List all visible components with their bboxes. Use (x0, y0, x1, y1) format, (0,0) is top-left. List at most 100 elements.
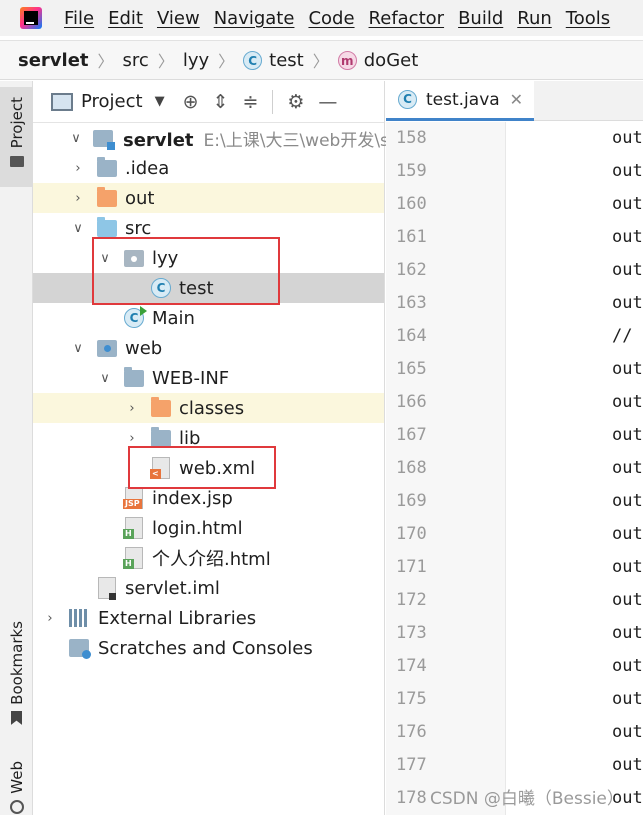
bookmark-icon (11, 710, 22, 725)
code-text: out (612, 523, 643, 544)
chevron-down-icon[interactable]: ▼ (155, 94, 165, 109)
excluded-folder-icon (97, 186, 117, 207)
code-line[interactable]: 158 out (386, 121, 643, 154)
folder-icon (9, 156, 24, 168)
chevron-down-icon[interactable]: ∨ (98, 371, 112, 386)
code-line[interactable]: 160 out (386, 187, 643, 220)
code-line[interactable]: 174 out (386, 649, 643, 682)
code-text: out (612, 226, 643, 247)
code-text: out (612, 688, 643, 709)
line-number: 167 (396, 424, 427, 445)
project-panel-header: Project ▼ ⊕ ⇕ ≑ ⚙ — (33, 81, 384, 123)
tree-label: Main (152, 307, 195, 329)
tab-test-java[interactable]: C test.java ✕ (386, 81, 534, 121)
tree-item-external-libraries[interactable]: › External Libraries (33, 603, 384, 633)
menu-tools[interactable]: Tools (566, 8, 610, 29)
project-tool-button[interactable]: Project (0, 87, 33, 187)
scratches-icon (69, 639, 91, 659)
menu-navigate[interactable]: Navigate (214, 8, 295, 29)
line-number: 164 (396, 325, 427, 346)
chevron-right-icon[interactable]: › (125, 401, 139, 416)
intellij-logo-icon (20, 7, 42, 29)
chevron-right-icon[interactable]: › (43, 611, 57, 626)
bookmarks-tool-button[interactable]: Bookmarks (0, 621, 33, 725)
code-line[interactable]: 176 out (386, 715, 643, 748)
line-number: 176 (396, 721, 427, 742)
tree-item-scratches[interactable]: Scratches and Consoles (33, 633, 384, 663)
breadcrumb-method[interactable]: doGet (364, 50, 419, 71)
tree-label: .idea (125, 157, 170, 179)
locate-icon[interactable]: ⊕ (183, 91, 199, 113)
chevron-right-icon[interactable]: › (71, 191, 85, 206)
web-folder-icon (97, 339, 117, 357)
menu-edit[interactable]: Edit (108, 8, 143, 29)
close-icon[interactable]: ✕ (510, 90, 523, 109)
code-text: out (612, 457, 643, 478)
menu-view[interactable]: View (157, 8, 200, 29)
tree-item-servlet[interactable]: ∨ servlet E:\上课\大三\web开发\serv (33, 123, 416, 153)
menu-code[interactable]: Code (308, 8, 354, 29)
code-line[interactable]: 159 out (386, 154, 643, 187)
menu-refactor[interactable]: Refactor (369, 8, 445, 29)
code-line[interactable]: 177 out (386, 748, 643, 781)
tree-item-out[interactable]: › out (33, 183, 384, 213)
editor-tab-bar: C test.java ✕ (386, 81, 643, 121)
tree-item-idea[interactable]: › .idea (33, 153, 384, 183)
breadcrumb-src[interactable]: src (123, 50, 149, 71)
tree-item-login-html[interactable]: H login.html (33, 513, 384, 543)
tree-item-main[interactable]: C Main (33, 303, 384, 333)
project-panel-title[interactable]: Project (81, 91, 143, 112)
expand-all-icon[interactable]: ⇕ (213, 91, 229, 113)
tab-label: test.java (426, 89, 500, 110)
chevron-right-icon[interactable]: › (125, 431, 139, 446)
code-text: out (612, 589, 643, 610)
code-line[interactable]: 175 out (386, 682, 643, 715)
chevron-down-icon[interactable]: ∨ (71, 341, 85, 356)
collapse-all-icon[interactable]: ≑ (242, 91, 258, 113)
web-tool-button[interactable]: Web (0, 761, 33, 814)
code-text: out (612, 754, 643, 775)
code-line[interactable]: 162 out (386, 253, 643, 286)
tree-item-web-inf[interactable]: ∨ WEB-INF (33, 363, 384, 393)
tree-item-intro-html[interactable]: H 个人介绍.html (33, 543, 384, 573)
menu-file[interactable]: File (64, 8, 94, 29)
code-line[interactable]: 173 out (386, 616, 643, 649)
code-line[interactable]: 168 out (386, 451, 643, 484)
code-text: out (612, 160, 643, 181)
tree-item-web[interactable]: ∨ web (33, 333, 384, 363)
code-line[interactable]: 165 out (386, 352, 643, 385)
html-file-icon: H (123, 547, 143, 569)
line-number: 173 (396, 622, 427, 643)
chevron-right-icon: 〉 (218, 52, 235, 71)
code-line[interactable]: 166 out (386, 385, 643, 418)
gear-icon[interactable]: ⚙ (287, 91, 304, 113)
code-line[interactable]: 163 out (386, 286, 643, 319)
tree-item-servlet-iml[interactable]: servlet.iml (33, 573, 384, 603)
code-line[interactable]: 164 // (386, 319, 643, 352)
chevron-right-icon: 〉 (97, 52, 114, 71)
code-line[interactable]: 170 out (386, 517, 643, 550)
code-line[interactable]: 169 out (386, 484, 643, 517)
bookmarks-tool-label: Bookmarks (7, 621, 26, 705)
chevron-down-icon[interactable]: ∨ (71, 221, 85, 236)
breadcrumb-class[interactable]: test (269, 50, 304, 71)
menu-run[interactable]: Run (517, 8, 552, 29)
breadcrumb-project[interactable]: servlet (18, 50, 89, 71)
line-number: 168 (396, 457, 427, 478)
line-number: 174 (396, 655, 427, 676)
html-tag: H (123, 559, 134, 569)
code-line[interactable]: 167 out (386, 418, 643, 451)
hide-icon[interactable]: — (318, 91, 337, 113)
tree-label: out (125, 187, 155, 209)
code-line[interactable]: 171 out (386, 550, 643, 583)
code-line[interactable]: 172 out (386, 583, 643, 616)
code-line[interactable]: 161 out (386, 220, 643, 253)
chevron-right-icon: 〉 (312, 52, 329, 71)
tree-label: src (125, 217, 152, 239)
tree-item-classes[interactable]: › classes (33, 393, 384, 423)
menu-build[interactable]: Build (458, 8, 503, 29)
breadcrumb-package[interactable]: lyy (183, 50, 209, 71)
chevron-down-icon[interactable]: ∨ (69, 131, 83, 146)
code-text: // (612, 325, 633, 346)
chevron-right-icon[interactable]: › (71, 161, 85, 176)
